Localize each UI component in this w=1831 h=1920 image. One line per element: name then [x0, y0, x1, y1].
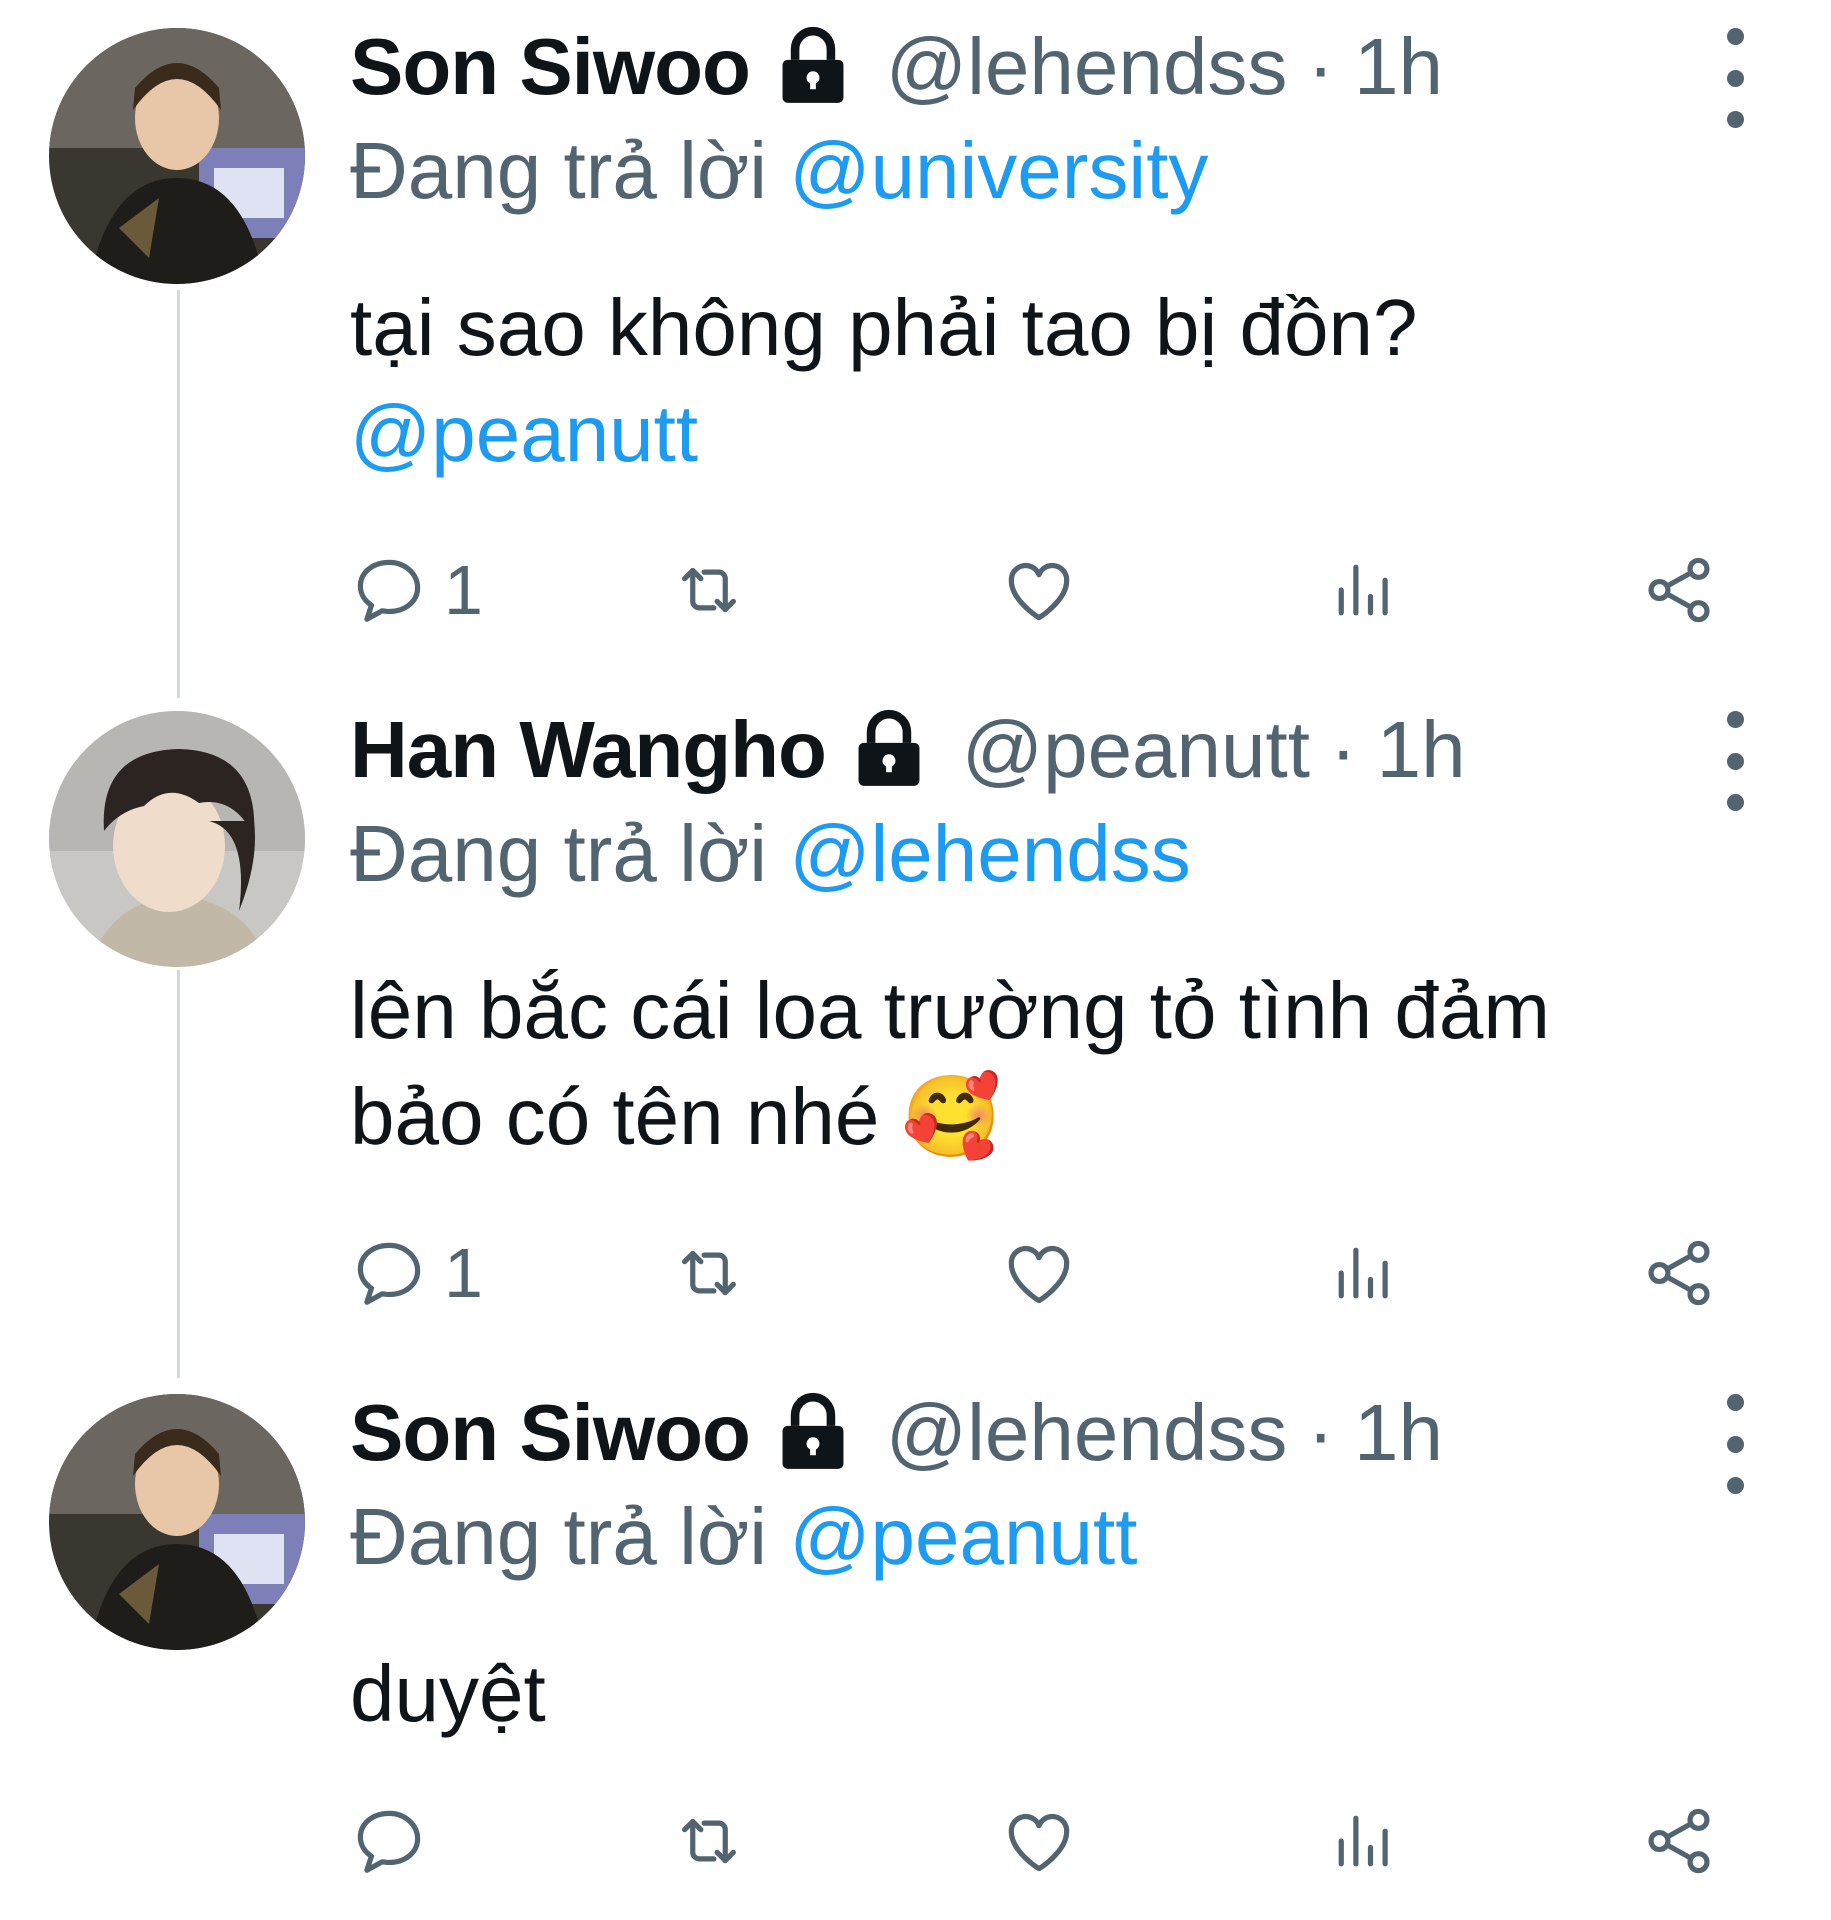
share-icon [1640, 1234, 1718, 1312]
reply-icon [350, 551, 428, 629]
tweet-text: tại sao không phải tao bị đồn? @peanutt [350, 275, 1418, 487]
timestamp[interactable]: 1h [1354, 21, 1443, 113]
reply-icon [350, 1802, 428, 1880]
share-button[interactable] [1640, 545, 1718, 635]
share-button[interactable] [1640, 1228, 1718, 1318]
separator: · [1307, 1388, 1334, 1477]
retweet-icon [670, 551, 748, 629]
views-button[interactable] [1325, 1228, 1403, 1318]
share-icon [1640, 551, 1718, 629]
tweet[interactable]: Han Wangho @peanutt · 1h Đang trả lời @l… [0, 683, 1831, 1373]
display-name[interactable]: Han Wangho [350, 704, 827, 796]
replying-to: Đang trả lời @peanutt [350, 1491, 1137, 1583]
handle[interactable]: @peanutt [962, 704, 1310, 796]
tweet-actions: 1 [350, 545, 1730, 635]
tweet-text-line: lên bắc cái loa trường tỏ tình đảm [350, 966, 1550, 1055]
replying-label: Đang trả lời [350, 809, 768, 898]
retweet-button[interactable] [670, 1228, 748, 1318]
like-button[interactable] [1000, 1228, 1078, 1318]
share-button[interactable] [1640, 1796, 1718, 1886]
more-icon[interactable] [1705, 28, 1765, 128]
reply-count: 1 [444, 1234, 483, 1312]
like-icon [1000, 551, 1078, 629]
timestamp[interactable]: 1h [1354, 1387, 1443, 1479]
views-button[interactable] [1325, 545, 1403, 635]
reply-icon [350, 1234, 428, 1312]
reply-button[interactable] [350, 1796, 444, 1886]
display-name[interactable]: Son Siwoo [350, 21, 751, 113]
lock-icon [770, 1390, 856, 1476]
reply-button[interactable]: 1 [350, 545, 483, 635]
replying-to-mention[interactable]: @university [789, 126, 1208, 215]
reply-count: 1 [444, 551, 483, 629]
separator: · [1307, 22, 1334, 111]
retweet-icon [670, 1802, 748, 1880]
handle[interactable]: @lehendss [886, 21, 1287, 113]
retweet-icon [670, 1234, 748, 1312]
tweet-actions: 1 [350, 1228, 1730, 1318]
tweet[interactable]: Son Siwoo @lehendss · 1h Đang trả lời @u… [0, 0, 1831, 690]
like-icon [1000, 1234, 1078, 1312]
tweet-text-line: bảo có tên nhé 🥰 [350, 1072, 1002, 1161]
tweet-text-line: duyệt [350, 1649, 546, 1738]
replying-to-mention[interactable]: @peanutt [789, 1492, 1137, 1581]
timestamp[interactable]: 1h [1377, 704, 1466, 796]
share-icon [1640, 1802, 1718, 1880]
tweet-header: Son Siwoo @lehendss · 1h [350, 1388, 1443, 1478]
views-button[interactable] [1325, 1796, 1403, 1886]
tweet-mention[interactable]: @peanutt [350, 381, 1418, 487]
tweet[interactable]: Son Siwoo @lehendss · 1h Đang trả lời @p… [0, 1366, 1831, 1920]
avatar[interactable] [49, 28, 305, 284]
retweet-button[interactable] [670, 1796, 748, 1886]
avatar[interactable] [49, 1394, 305, 1650]
more-icon[interactable] [1705, 711, 1765, 811]
tweet-text: duyệt [350, 1641, 546, 1747]
replying-to: Đang trả lời @lehendss [350, 808, 1191, 900]
reply-button[interactable]: 1 [350, 1228, 483, 1318]
views-icon [1325, 1802, 1403, 1880]
replying-to: Đang trả lời @university [350, 125, 1208, 217]
replying-label: Đang trả lời [350, 1492, 768, 1581]
lock-icon [846, 707, 932, 793]
tweet-header: Han Wangho @peanutt · 1h [350, 705, 1466, 795]
more-icon[interactable] [1705, 1394, 1765, 1494]
like-button[interactable] [1000, 545, 1078, 635]
retweet-button[interactable] [670, 545, 748, 635]
replying-to-mention[interactable]: @lehendss [789, 809, 1190, 898]
avatar[interactable] [49, 711, 305, 967]
tweet-header: Son Siwoo @lehendss · 1h [350, 22, 1443, 112]
handle[interactable]: @lehendss [886, 1387, 1287, 1479]
like-icon [1000, 1802, 1078, 1880]
separator: · [1329, 705, 1357, 794]
views-icon [1325, 1234, 1403, 1312]
tweet-text: lên bắc cái loa trường tỏ tình đảm bảo c… [350, 958, 1550, 1170]
display-name[interactable]: Son Siwoo [350, 1387, 751, 1479]
tweet-text-line: tại sao không phải tao bị đồn? [350, 283, 1418, 372]
lock-icon [770, 24, 856, 110]
views-icon [1325, 551, 1403, 629]
tweet-actions [350, 1796, 1730, 1886]
like-button[interactable] [1000, 1796, 1078, 1886]
replying-label: Đang trả lời [350, 126, 768, 215]
